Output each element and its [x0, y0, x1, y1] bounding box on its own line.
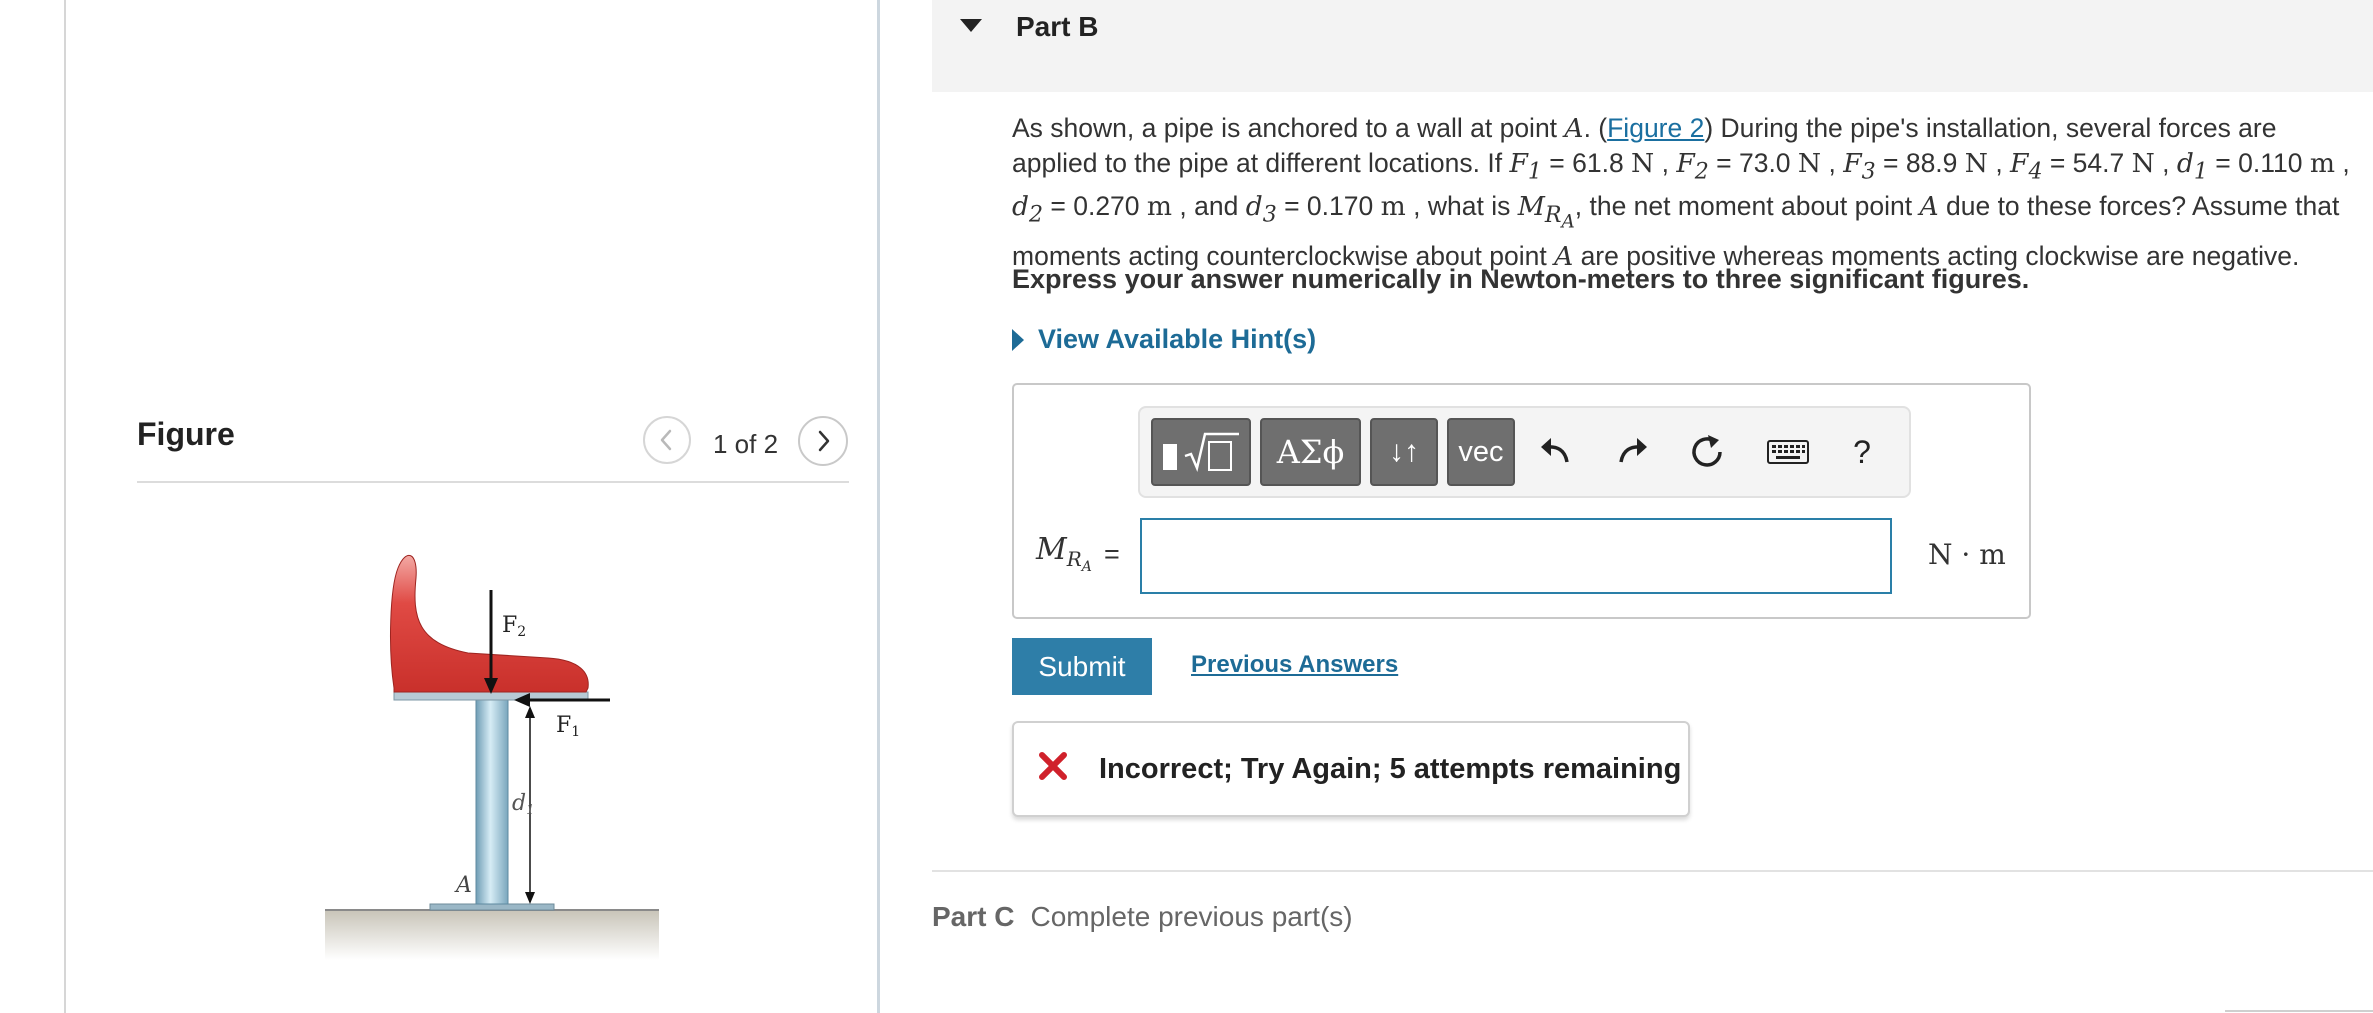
sqrt-template-icon: [1163, 432, 1239, 472]
help-button[interactable]: ?: [1840, 430, 1884, 474]
figure-prev-button[interactable]: [643, 416, 691, 464]
error-x-icon: [1039, 752, 1067, 780]
pipe: [475, 697, 509, 905]
reset-icon[interactable]: [1686, 430, 1730, 474]
caret-down-icon[interactable]: [960, 19, 982, 33]
figure-image: F2 F1 d1 A: [325, 555, 659, 960]
answer-input[interactable]: [1140, 518, 1892, 594]
equals-sign: =: [1104, 539, 1120, 569]
view-hints-toggle[interactable]: View Available Hint(s): [1012, 324, 1316, 355]
chevron-left-icon: [660, 429, 672, 451]
submit-button[interactable]: Submit: [1012, 638, 1152, 695]
bottom-right-edge: [2225, 1010, 2373, 1012]
part-c-divider: [932, 870, 2373, 872]
part-c-title: Part C: [932, 901, 1015, 932]
svg-text:d1: d1: [512, 791, 534, 818]
part-b-title: Part B: [1016, 11, 1099, 42]
base-plate: [429, 903, 555, 911]
figure-next-button[interactable]: [798, 416, 848, 466]
svg-text:F2: F2: [502, 613, 526, 640]
feedback-message: Incorrect; Try Again; 5 attempts remaini…: [1099, 753, 1682, 785]
undo-icon[interactable]: [1533, 430, 1577, 474]
view-hints-label: View Available Hint(s): [1038, 324, 1317, 354]
previous-answers-link[interactable]: Previous Answers: [1191, 651, 1398, 679]
figure-counter: 1 of 2: [713, 429, 779, 459]
part-c-note: Complete previous part(s): [1030, 901, 1353, 932]
figure-title: Figure: [137, 416, 235, 452]
ground: [325, 910, 659, 960]
left-border: [64, 0, 66, 1013]
svg-text:A: A: [454, 873, 472, 898]
redo-icon[interactable]: [1611, 430, 1655, 474]
figure-divider: [137, 481, 849, 483]
answer-unit: N · m: [1928, 538, 2006, 571]
sub-superscript-button[interactable]: ↓↑: [1370, 418, 1438, 486]
keyboard-icon[interactable]: [1763, 430, 1813, 474]
answer-instruction: Express your answer numerically in Newto…: [1012, 264, 2030, 294]
panel-divider[interactable]: [877, 0, 880, 1013]
templates-button[interactable]: [1151, 418, 1251, 486]
greek-symbols-button[interactable]: ΑΣϕ: [1260, 418, 1361, 486]
part-c-header[interactable]: Part C Complete previous part(s): [932, 901, 1353, 933]
answer-variable-label: MRA: [1036, 532, 1092, 575]
part-b-header[interactable]: [932, 0, 2373, 92]
caret-right-icon: [1012, 328, 1024, 351]
question-text: As shown, a pipe is anchored to a wall a…: [1012, 113, 2350, 272]
figure-2-link[interactable]: Figure 2: [1607, 113, 1704, 143]
vector-button[interactable]: vec: [1447, 418, 1515, 486]
chevron-right-icon: [818, 430, 830, 452]
svg-text:F1: F1: [556, 713, 580, 740]
seat: [390, 555, 589, 693]
